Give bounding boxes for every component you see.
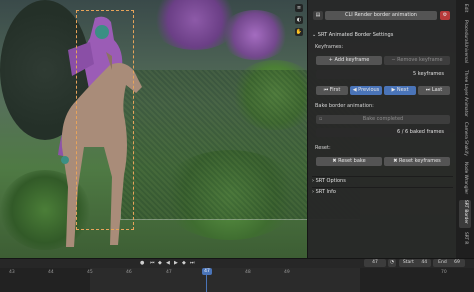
tab-edit[interactable]: Edit <box>459 4 471 16</box>
baked-count-field: 6 / 6 baked frames <box>316 128 450 137</box>
reset-keyframes-button[interactable]: ✖ Reset keyframes <box>384 157 450 166</box>
keyframes-label: Keyframes: <box>315 44 344 50</box>
play-icon[interactable]: ▶ <box>174 260 178 266</box>
playhead-line <box>206 275 207 292</box>
ruler-tick: 45 <box>87 270 93 275</box>
timeline-track[interactable] <box>0 268 474 292</box>
srt-options-header[interactable]: › SRT Options <box>312 176 453 185</box>
remove-keyframe-button[interactable]: − Remove keyframe <box>384 56 450 65</box>
clock-icon[interactable]: ◔ <box>388 259 396 267</box>
jump-start-icon[interactable]: ⏮ <box>150 260 155 266</box>
viewport-options-icon[interactable]: ≡ <box>295 4 303 12</box>
jump-end-icon[interactable]: ⏭ <box>190 260 195 266</box>
bake-status-field: ▫ Bake completed <box>316 115 450 124</box>
srt-info-label: SRT Info <box>315 189 336 195</box>
sidebar-panel: ▤ CLI Render border animation ⚙ ⌄ SRT An… <box>307 0 456 258</box>
render-icon-button[interactable]: ▤ <box>313 11 323 20</box>
camera-icon: ▫ <box>319 116 323 122</box>
next-keyframe-button[interactable]: ▶ Next <box>384 86 416 95</box>
section-header[interactable]: ⌄ SRT Animated Border Settings <box>312 31 453 40</box>
add-keyframe-button[interactable]: + Add keyframe <box>316 56 382 65</box>
srt-options-label: SRT Options <box>315 178 346 184</box>
add-keyframe-label: Add keyframe <box>334 57 370 63</box>
reset-bake-label: Reset bake <box>338 158 366 164</box>
start-value: 44 <box>421 260 428 265</box>
start-frame-field[interactable]: Start 44 <box>399 259 431 267</box>
prev-keyframe-icon[interactable]: ◆ <box>158 260 162 266</box>
delete-icon-button[interactable]: ⚙ <box>440 11 450 20</box>
baked-count: 6 / 6 baked frames <box>396 129 444 135</box>
keyframe-count: 5 keyframes <box>413 71 444 77</box>
selection-outline <box>76 10 134 230</box>
chevron-down-icon: ⌄ <box>312 32 317 38</box>
sidebar-tabs: Edit ProceduralUniversal Three Layer Ani… <box>456 0 474 258</box>
bake-label: Bake border animation: <box>315 103 374 109</box>
hand-pan-icon[interactable]: ✋ <box>295 28 303 36</box>
chevron-right-icon: › <box>312 178 314 184</box>
tab-node-wrangler[interactable]: Node Wrangler <box>459 162 471 196</box>
end-frame-field[interactable]: End 69 <box>433 259 465 267</box>
previous-label: Previous <box>358 87 380 93</box>
current-frame-value: 47 <box>372 260 378 265</box>
start-label: Start <box>402 260 414 265</box>
reset-bake-button[interactable]: ✖ Reset bake <box>316 157 382 166</box>
tab-srt-border[interactable]: SRT Border <box>459 200 471 228</box>
ruler-tick: 43 <box>9 270 15 275</box>
first-keyframe-button[interactable]: ⏮ First <box>316 86 348 95</box>
tab-camera-shakify[interactable]: Camera Shakify <box>459 122 471 158</box>
play-reverse-icon[interactable]: ◀ <box>166 260 170 266</box>
ruler-tick: 47 <box>166 270 172 275</box>
playhead-frame: 47 <box>204 269 210 274</box>
reset-keyframes-label: Reset keyframes <box>399 158 441 164</box>
section-title: SRT Animated Border Settings <box>317 32 394 38</box>
ruler-tick: 70 <box>441 270 447 275</box>
ruler-tick: 46 <box>126 270 132 275</box>
first-label: First <box>329 87 341 93</box>
cli-render-label: CLI Render border animation <box>345 12 417 18</box>
record-icon[interactable]: ● <box>140 260 144 266</box>
camera-view-icon[interactable]: ◐ <box>295 16 303 24</box>
end-value: 69 <box>454 260 460 265</box>
frame-range-shade <box>360 268 474 292</box>
ruler-tick: 44 <box>48 270 54 275</box>
reset-label: Reset: <box>315 145 331 151</box>
next-keyframe-icon[interactable]: ◆ <box>182 260 186 266</box>
next-label: Next <box>396 87 409 93</box>
tab-srt-r[interactable]: SRT R <box>459 232 471 254</box>
remove-keyframe-label: Remove keyframe <box>397 57 443 63</box>
keyframe-count-field: 5 keyframes <box>316 70 450 79</box>
bake-status: Bake completed <box>362 116 404 122</box>
purple-plant <box>220 10 290 60</box>
last-keyframe-button[interactable]: ⏭ Last <box>418 86 450 95</box>
ruler-tick: 49 <box>284 270 290 275</box>
chevron-right-icon: › <box>312 189 314 195</box>
cli-render-button[interactable]: CLI Render border animation <box>325 11 437 20</box>
playhead[interactable]: 47 <box>202 268 212 275</box>
current-frame-field[interactable]: 47 <box>364 259 386 267</box>
previous-keyframe-button[interactable]: ◀ Previous <box>350 86 382 95</box>
end-label: End <box>438 260 447 265</box>
last-label: Last <box>431 87 443 93</box>
tab-procedural-universal[interactable]: ProceduralUniversal <box>459 20 471 66</box>
tab-three-layer-animator[interactable]: Three Layer Animator <box>459 70 471 118</box>
ruler-tick: 48 <box>245 270 251 275</box>
srt-info-header[interactable]: › SRT Info <box>312 187 453 196</box>
